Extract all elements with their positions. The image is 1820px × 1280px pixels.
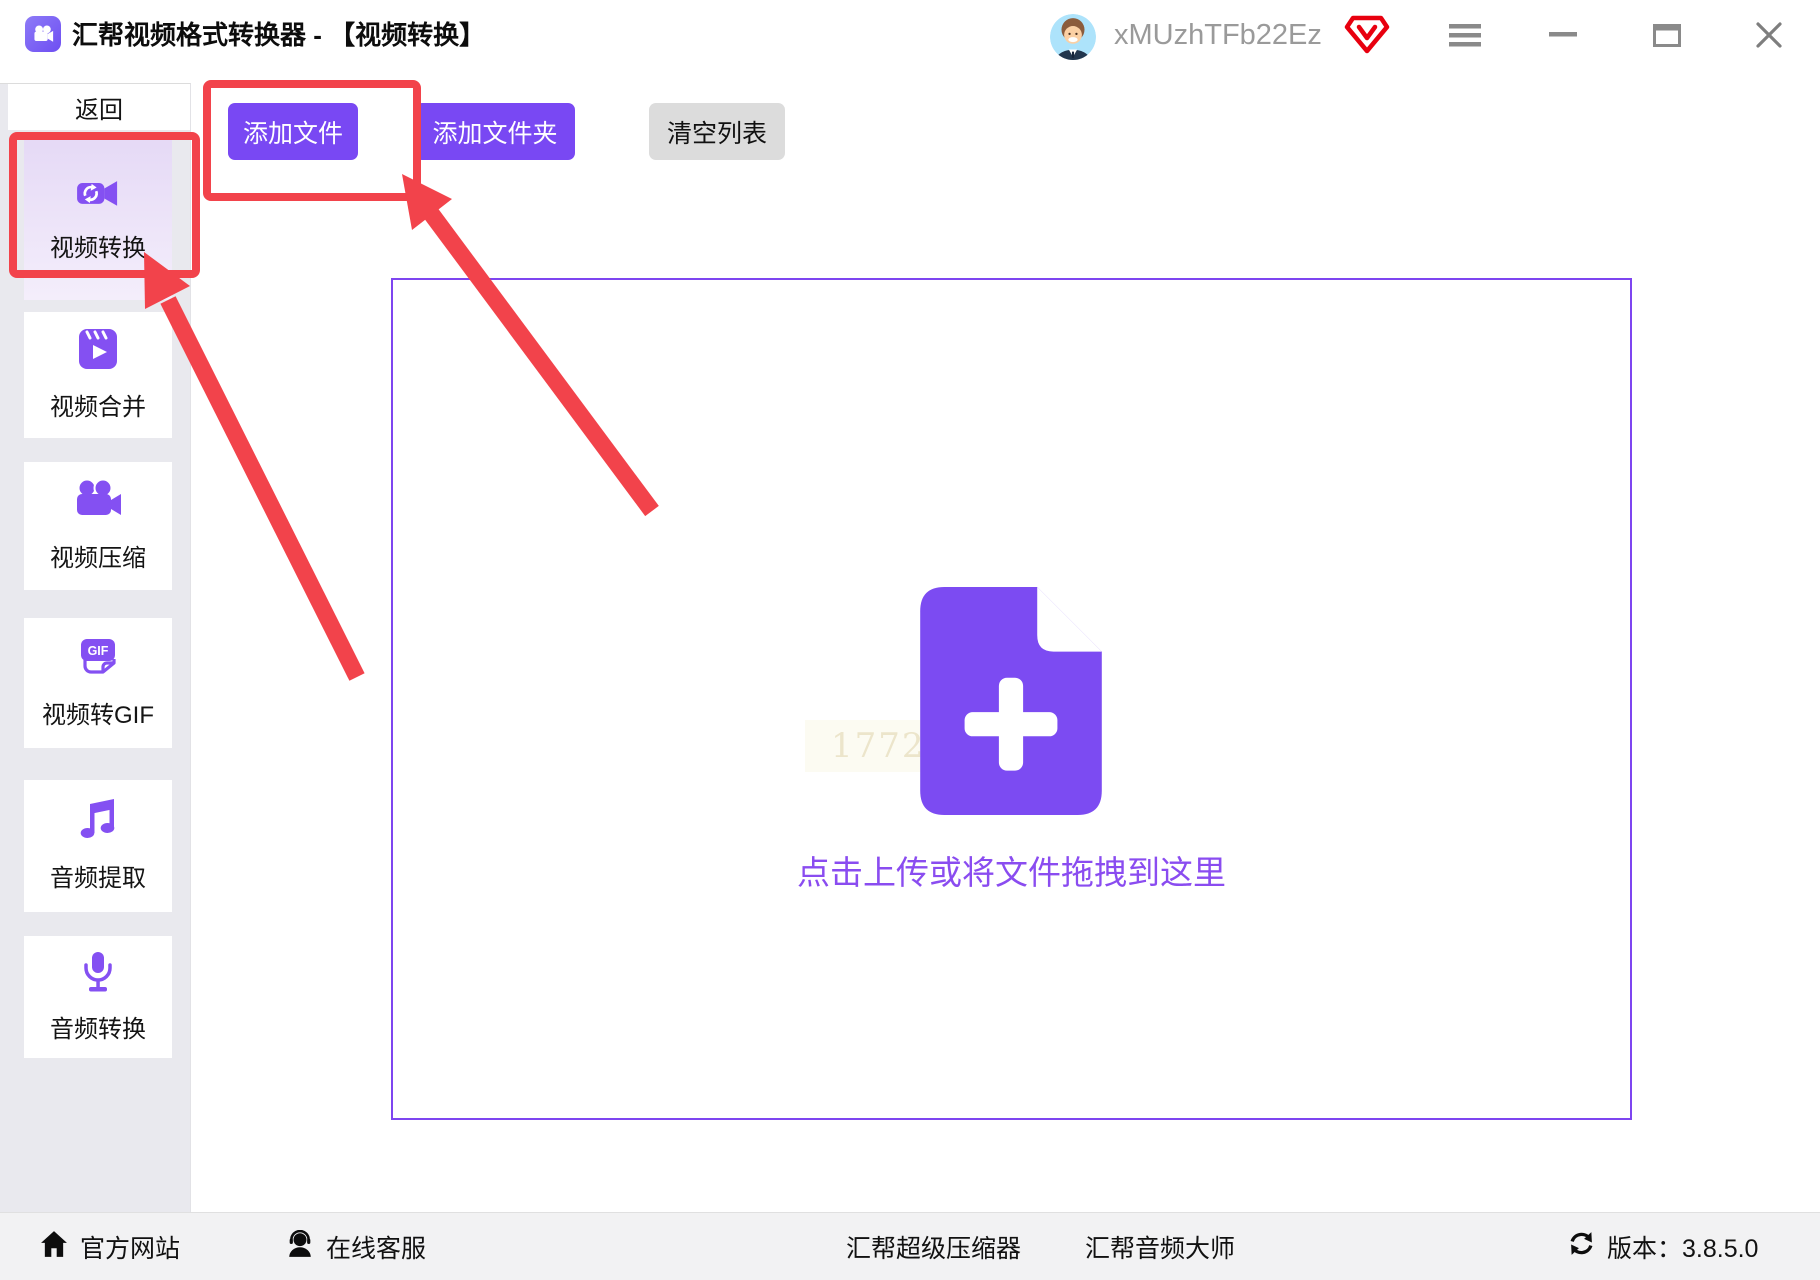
sidebar-item-label: 视频合并 bbox=[50, 394, 146, 421]
sidebar-item-video-compress[interactable]: 视频压缩 bbox=[24, 462, 172, 590]
sidebar-item-video-merge[interactable]: 视频合并 bbox=[24, 312, 172, 438]
home-icon bbox=[40, 1230, 68, 1265]
menu-icon[interactable] bbox=[1437, 0, 1493, 70]
sidebar-item-video-to-gif[interactable]: GIF 视频转GIF bbox=[24, 618, 172, 748]
title-bar: 汇帮视频格式转换器 - 【视频转换】 xMUzhTFb22Ez bbox=[0, 0, 1820, 83]
update-refresh-icon[interactable] bbox=[1568, 1230, 1595, 1264]
video-convert-icon bbox=[74, 173, 122, 218]
sidebar-item-label: 视频转换 bbox=[50, 235, 146, 262]
sidebar-item-label: 音频转换 bbox=[50, 1016, 146, 1043]
audio-master-link[interactable]: 汇帮音频大师 bbox=[1085, 1213, 1235, 1280]
app-window: 汇帮视频格式转换器 - 【视频转换】 xMUzhTFb22Ez 返回 视频转换 … bbox=[0, 0, 1820, 1280]
svg-text:GIF: GIF bbox=[88, 644, 109, 658]
audio-convert-icon bbox=[74, 950, 122, 999]
upload-dropzone[interactable]: 1772587278 点击上传或将文件拖拽到这里 bbox=[391, 278, 1632, 1120]
close-icon[interactable] bbox=[1741, 0, 1797, 70]
video-to-gif-icon: GIF bbox=[74, 636, 122, 685]
video-compress-icon bbox=[74, 478, 122, 528]
version-info: 版本：3.8.5.0 bbox=[1568, 1213, 1758, 1280]
add-file-button[interactable]: 添加文件 bbox=[228, 103, 358, 160]
sidebar-item-audio-extract[interactable]: 音频提取 bbox=[24, 780, 172, 912]
audio-extract-icon bbox=[74, 799, 122, 848]
super-compressor-link[interactable]: 汇帮超级压缩器 bbox=[846, 1213, 1021, 1280]
online-service-link[interactable]: 在线客服 bbox=[286, 1213, 426, 1280]
user-avatar[interactable] bbox=[1050, 14, 1096, 60]
sidebar-item-label: 视频转GIF bbox=[42, 702, 154, 729]
username-text: xMUzhTFb22Ez bbox=[1114, 19, 1322, 51]
window-title: 汇帮视频格式转换器 - 【视频转换】 bbox=[72, 20, 486, 50]
dropzone-caption: 点击上传或将文件拖拽到这里 bbox=[797, 854, 1226, 891]
status-bar: 官方网站 在线客服 汇帮超级压缩器 汇帮音频大师 版本：3.8.5.0 bbox=[0, 1212, 1820, 1280]
app-logo-icon bbox=[25, 16, 61, 52]
back-button[interactable]: 返回 bbox=[8, 84, 190, 130]
sidebar-item-label: 音频提取 bbox=[50, 865, 146, 892]
add-file-plus-icon bbox=[920, 587, 1102, 820]
official-website-link[interactable]: 官方网站 bbox=[40, 1213, 180, 1280]
sidebar-item-video-convert[interactable]: 视频转换 bbox=[24, 136, 172, 300]
clear-list-button[interactable]: 清空列表 bbox=[649, 103, 785, 160]
maximize-icon[interactable] bbox=[1639, 0, 1695, 70]
add-folder-button[interactable]: 添加文件夹 bbox=[415, 103, 575, 160]
vip-badge-icon[interactable] bbox=[1344, 14, 1390, 56]
sidebar-item-audio-convert[interactable]: 音频转换 bbox=[24, 936, 172, 1058]
customer-service-icon bbox=[286, 1229, 314, 1265]
video-merge-icon bbox=[74, 328, 122, 377]
minimize-icon[interactable] bbox=[1535, 0, 1591, 70]
sidebar-item-label: 视频压缩 bbox=[50, 545, 146, 572]
